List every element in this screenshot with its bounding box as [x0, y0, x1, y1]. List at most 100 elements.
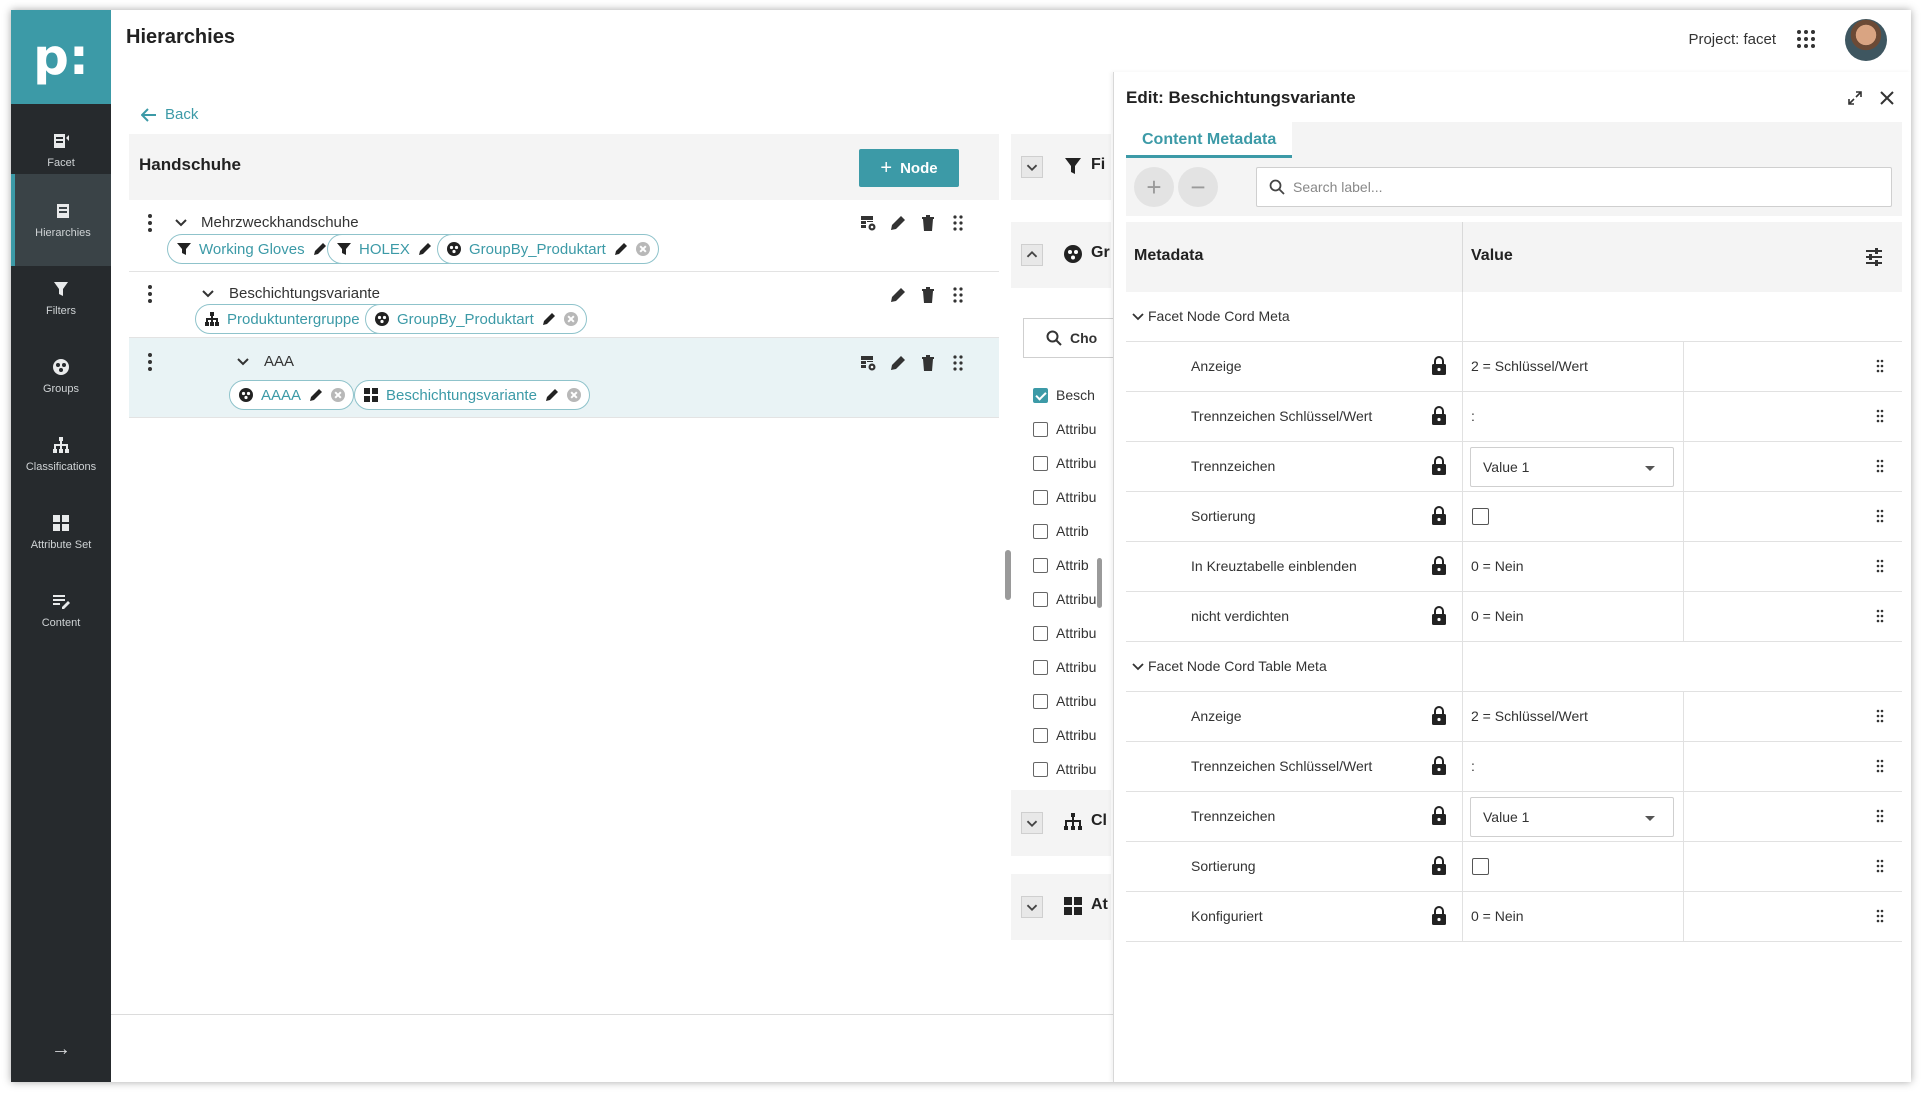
edit-icon[interactable] — [312, 241, 328, 257]
edit-icon[interactable] — [613, 241, 629, 257]
expand-icon[interactable] — [1021, 812, 1043, 834]
checkbox[interactable] — [1033, 591, 1048, 607]
expand-icon[interactable] — [1021, 896, 1043, 918]
delete-icon[interactable] — [919, 286, 937, 304]
drag-handle-icon[interactable] — [1876, 409, 1884, 423]
metadata-group-header[interactable]: Facet Node Cord Table Meta — [1126, 642, 1902, 692]
metadata-value[interactable]: : — [1471, 408, 1475, 424]
checkbox[interactable] — [1033, 693, 1048, 709]
value-select[interactable]: Value 1 — [1470, 447, 1674, 487]
checkbox[interactable] — [1033, 421, 1048, 437]
drag-handle-icon[interactable] — [1876, 909, 1884, 923]
edit-icon[interactable] — [889, 286, 907, 304]
list-item[interactable]: Attribu — [1033, 446, 1113, 480]
edit-icon[interactable] — [544, 387, 560, 403]
drag-handle-icon[interactable] — [1876, 609, 1884, 623]
remove-chip-icon[interactable] — [331, 388, 346, 402]
drag-handle-icon[interactable] — [1876, 859, 1884, 873]
expand-icon[interactable] — [1021, 156, 1043, 178]
list-item[interactable]: Attrib — [1033, 514, 1113, 548]
metadata-value[interactable]: 0 = Nein — [1471, 558, 1524, 574]
tune-settings-icon[interactable] — [1864, 247, 1884, 267]
drag-handle-icon[interactable] — [1876, 809, 1884, 823]
app-logo[interactable]: p: — [11, 10, 111, 104]
search-label-input[interactable]: Search label... — [1256, 167, 1892, 207]
add-button[interactable]: + — [1134, 167, 1174, 207]
list-item[interactable]: Attribu — [1033, 616, 1113, 650]
tree-row[interactable]: Beschichtungsvariante Produktuntergruppe… — [129, 272, 999, 338]
checkbox[interactable] — [1033, 659, 1048, 675]
chevron-down-icon[interactable] — [1132, 661, 1144, 673]
back-link[interactable]: Back — [141, 106, 198, 123]
remove-chip-icon[interactable] — [635, 242, 650, 256]
remove-chip-icon[interactable] — [563, 312, 578, 326]
remove-chip-icon[interactable] — [566, 388, 581, 402]
section-groups-header[interactable]: Gr — [1011, 222, 1111, 288]
checkbox[interactable] — [1033, 761, 1048, 777]
value-checkbox[interactable] — [1472, 508, 1489, 525]
checkbox[interactable] — [1033, 727, 1048, 743]
more-vert-icon[interactable] — [147, 352, 153, 372]
drag-handle-icon[interactable] — [1876, 459, 1884, 473]
choose-search-input[interactable]: Cho — [1023, 318, 1123, 358]
edit-icon[interactable] — [308, 387, 324, 403]
chevron-down-icon[interactable] — [236, 355, 250, 369]
close-icon[interactable] — [1878, 89, 1896, 107]
expand-icon[interactable] — [1847, 90, 1863, 106]
edit-icon[interactable] — [541, 311, 557, 327]
metadata-value[interactable]: : — [1471, 758, 1475, 774]
add-node-button[interactable]: + Node — [859, 149, 959, 187]
list-item[interactable]: Attribu — [1033, 684, 1113, 718]
node-chip[interactable]: Beschichtungsvariante — [354, 380, 590, 410]
section-attribute-sets-header[interactable]: At — [1011, 874, 1111, 940]
metadata-value[interactable]: 0 = Nein — [1471, 908, 1524, 924]
checkbox[interactable] — [1033, 557, 1048, 573]
drag-handle-icon[interactable] — [1876, 359, 1884, 373]
edit-icon[interactable] — [889, 354, 907, 372]
node-chip[interactable]: Produktuntergruppe — [195, 304, 390, 334]
sidebar-item-content[interactable]: Content — [11, 564, 111, 656]
remove-button[interactable]: − — [1178, 167, 1218, 207]
more-vert-icon[interactable] — [147, 213, 153, 233]
delete-icon[interactable] — [919, 354, 937, 372]
list-item[interactable]: Attribu — [1033, 718, 1113, 752]
delete-icon[interactable] — [919, 214, 937, 232]
node-chip[interactable]: AAAA — [229, 380, 355, 410]
checkbox[interactable] — [1033, 523, 1048, 539]
chevron-down-icon[interactable] — [174, 216, 188, 230]
list-item[interactable]: Attribu — [1033, 650, 1113, 684]
project-selector[interactable]: Project: facet — [1688, 31, 1776, 48]
node-chip[interactable]: GroupBy_Produktart — [437, 234, 659, 264]
metadata-value[interactable]: 2 = Schlüssel/Wert — [1471, 358, 1588, 374]
tree-row[interactable]: Mehrzweckhandschuhe Working Gloves HOLEX… — [129, 200, 999, 272]
checkbox[interactable] — [1033, 489, 1048, 505]
apps-grid-icon[interactable] — [1794, 27, 1818, 51]
tab-content-metadata[interactable]: Content Metadata — [1126, 122, 1293, 158]
tree-row-selected[interactable]: AAA AAAA Beschichtungsvariante — [129, 338, 999, 418]
drag-handle-icon[interactable] — [1876, 709, 1884, 723]
more-vert-icon[interactable] — [147, 284, 153, 304]
chevron-down-icon[interactable] — [1132, 311, 1144, 323]
checkbox[interactable] — [1033, 625, 1048, 641]
drag-handle-icon[interactable] — [1876, 759, 1884, 773]
list-item[interactable]: Attribu — [1033, 412, 1113, 446]
value-select[interactable]: Value 1 — [1470, 797, 1674, 837]
collapse-icon[interactable] — [1021, 244, 1043, 266]
section-filters-header[interactable]: Fi — [1011, 134, 1111, 200]
section-classifications-header[interactable]: Cl — [1011, 790, 1111, 856]
collapse-sidebar-button[interactable]: → — [11, 1016, 111, 1082]
edit-icon[interactable] — [417, 241, 433, 257]
list-item[interactable]: Attribu — [1033, 480, 1113, 514]
drag-handle-icon[interactable] — [949, 214, 967, 232]
metadata-value[interactable]: 2 = Schlüssel/Wert — [1471, 708, 1588, 724]
drag-handle-icon[interactable] — [1876, 559, 1884, 573]
table-settings-icon[interactable] — [859, 214, 877, 232]
edit-icon[interactable] — [889, 214, 907, 232]
list-item[interactable]: Besch — [1033, 378, 1113, 412]
drag-handle-icon[interactable] — [1876, 509, 1884, 523]
scrollbar-thumb[interactable] — [1097, 558, 1102, 608]
node-chip[interactable]: GroupBy_Produktart — [365, 304, 587, 334]
drag-handle-icon[interactable] — [949, 286, 967, 304]
value-checkbox[interactable] — [1472, 858, 1489, 875]
list-item[interactable]: Attribu — [1033, 752, 1113, 786]
